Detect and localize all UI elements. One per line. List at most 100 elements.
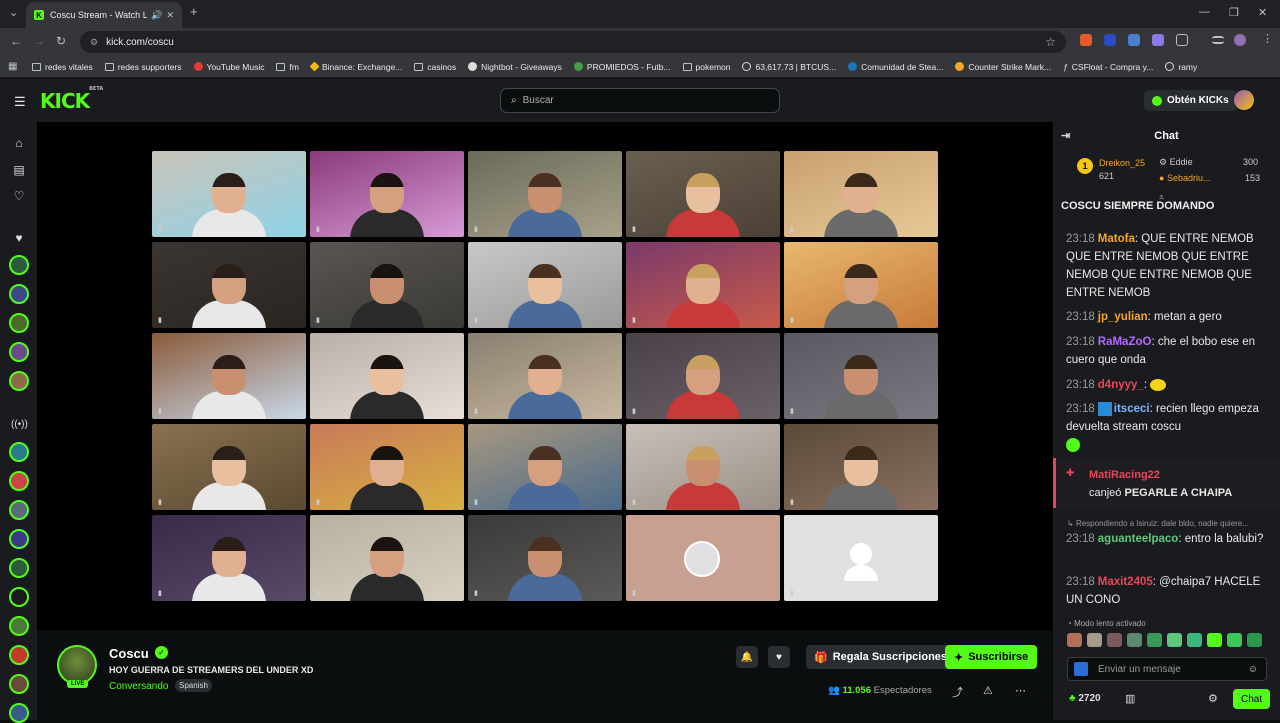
gift-subs-button[interactable]: 🎁 Regala Suscripciones	[806, 645, 956, 669]
favorites-icon[interactable]: ♥	[11, 231, 27, 245]
bookmark[interactable]: Counter Strike Mark...	[955, 62, 1051, 72]
reading-list-icon[interactable]	[1212, 36, 1224, 44]
bookmark[interactable]: casinos	[414, 62, 456, 72]
minimize-button[interactable]: —	[1199, 6, 1210, 18]
chat-identity-icon[interactable]	[1074, 662, 1088, 676]
chat-username[interactable]: jp_yulian	[1098, 311, 1148, 323]
recommended-channel-avatar[interactable]	[9, 442, 29, 462]
notifications-bell-button[interactable]: 🔔	[736, 646, 758, 668]
bookmark[interactable]: PROMIEDOS - Futb...	[573, 62, 671, 72]
extension-icon[interactable]	[1104, 34, 1116, 46]
recommended-channel-avatar[interactable]	[9, 529, 29, 549]
browse-icon[interactable]: ▤	[11, 163, 27, 177]
audio-icon[interactable]: 🔊	[151, 10, 162, 21]
emote-icon[interactable]	[1247, 633, 1262, 647]
follow-heart-button[interactable]: ♥	[768, 646, 790, 668]
forward-icon[interactable]: →	[33, 34, 45, 48]
apps-grid-icon[interactable]: ▦	[8, 61, 22, 72]
reward-username[interactable]: MatiRacing22	[1089, 469, 1160, 481]
recommended-channel-avatar[interactable]	[9, 674, 29, 694]
emote-icon[interactable]	[1167, 633, 1182, 647]
extension-icon[interactable]	[1152, 34, 1164, 46]
address-bar[interactable]: ⚙ kick.com/coscu ☆	[80, 31, 1066, 53]
video-player[interactable]: ▮ ▮ ▮ ▮ ▮ ▮ ▮ ▮ ▮ ▮ ▮ ▮ ▮ ▮ ▮ ▮ ▮ ▮ ▮ ▮ ▮ ▮ ▮ ▮ ▮	[37, 122, 1053, 630]
reply-reference[interactable]: ↳ Respondiendo a lsiruiz: dale bldo, nad…	[1067, 519, 1249, 528]
followed-channel-avatar[interactable]	[9, 313, 29, 333]
bookmark[interactable]: Binance: Exchange...	[309, 62, 402, 72]
emote-icon[interactable]	[1087, 633, 1102, 647]
emote-icon[interactable]	[1227, 633, 1242, 647]
recommended-channel-avatar[interactable]	[9, 558, 29, 578]
chat-username[interactable]: RaMaZoO	[1098, 336, 1152, 348]
recommended-channel-avatar[interactable]	[9, 500, 29, 520]
extensions-puzzle-icon[interactable]	[1176, 34, 1188, 46]
leader-name[interactable]: ⚙ Eddie	[1159, 157, 1193, 168]
recommended-channel-avatar[interactable]	[9, 703, 29, 723]
live-broadcast-icon[interactable]: ((•))	[11, 419, 28, 430]
bookmark-star-icon[interactable]: ☆	[1045, 35, 1056, 49]
bookmark[interactable]: ramy	[1165, 62, 1197, 72]
report-icon[interactable]: ⚠	[983, 684, 993, 697]
following-icon[interactable]: ♡	[11, 189, 27, 203]
bookmark[interactable]: fm	[276, 62, 299, 72]
emote-icon[interactable]	[1187, 633, 1202, 647]
category-link[interactable]: Conversando	[109, 681, 168, 692]
browser-menu-icon[interactable]: ⋮	[1262, 32, 1274, 45]
channel-points[interactable]: ♣ 2720	[1069, 693, 1101, 704]
recommended-channel-avatar[interactable]	[9, 587, 29, 607]
recommended-channel-avatar[interactable]	[9, 471, 29, 491]
bookmark[interactable]: Nightbot - Giveaways	[468, 62, 562, 72]
chat-username[interactable]: aguanteelpaco	[1098, 533, 1179, 545]
chat-username[interactable]: Matofa	[1098, 233, 1135, 245]
leader-name[interactable]: ● Sebadriu...	[1159, 173, 1210, 183]
bookmark[interactable]: Comunidad de Stea...	[848, 62, 943, 72]
user-avatar[interactable]	[1234, 90, 1254, 110]
close-tab-icon[interactable]: ✕	[166, 10, 174, 21]
emote-icon[interactable]	[1147, 633, 1162, 647]
chat-input[interactable]: Enviar un mensaje ☺	[1067, 657, 1267, 681]
subscribe-button[interactable]: ✦ Suscribirse	[945, 645, 1038, 669]
channel-avatar[interactable]	[57, 645, 97, 685]
maximize-button[interactable]: ❐	[1229, 6, 1239, 19]
emote-picker-icon[interactable]: ☺	[1248, 664, 1258, 675]
bookmark[interactable]: YouTube Music	[193, 62, 264, 72]
close-window-button[interactable]: ✕	[1258, 6, 1267, 19]
chat-username[interactable]: d4nyyy_	[1098, 379, 1144, 391]
extension-icon[interactable]	[1080, 34, 1092, 46]
bookmark[interactable]: redes vitales	[32, 62, 93, 72]
recommended-channel-avatar[interactable]	[9, 616, 29, 636]
followed-channel-avatar[interactable]	[9, 284, 29, 304]
bookmark[interactable]: pokemon	[682, 62, 730, 72]
more-options-icon[interactable]: ⋯	[1015, 684, 1026, 697]
site-info-icon[interactable]: ⚙	[90, 37, 98, 48]
reload-icon[interactable]: ↻	[56, 34, 66, 48]
followed-channel-avatar[interactable]	[9, 342, 29, 362]
home-icon[interactable]: ⌂	[11, 136, 27, 150]
language-tag[interactable]: Spanish	[175, 679, 212, 692]
channel-name[interactable]: Coscu	[109, 646, 149, 661]
extension-icon[interactable]	[1128, 34, 1140, 46]
collapse-chat-icon[interactable]: ⇥	[1061, 122, 1070, 150]
send-chat-button[interactable]: Chat	[1233, 689, 1271, 709]
bookmark[interactable]: 63,617.73 | BTCUS...	[742, 62, 836, 72]
menu-icon[interactable]: ☰	[14, 94, 26, 110]
get-kicks-button[interactable]: Obtén KICKs	[1144, 90, 1237, 111]
followed-channel-avatar[interactable]	[9, 371, 29, 391]
kick-logo[interactable]: KICKBETA	[40, 86, 103, 113]
browser-tab[interactable]: K Coscu Stream - Watch Live 🔊 ✕	[26, 2, 182, 28]
back-icon[interactable]: ←	[10, 34, 22, 48]
emote-icon[interactable]	[1107, 633, 1122, 647]
emote-icon[interactable]	[1067, 633, 1082, 647]
leader-name[interactable]: Dreikon_25	[1099, 158, 1145, 168]
search-input[interactable]: ⌕ Buscar	[500, 88, 780, 113]
emote-icon[interactable]	[1207, 633, 1222, 647]
chat-username[interactable]: itsceci	[1114, 403, 1150, 415]
chat-settings-icon[interactable]: ⚙	[1208, 692, 1218, 705]
chat-username[interactable]: Maxit2405	[1098, 576, 1153, 588]
followed-channel-avatar[interactable]	[9, 255, 29, 275]
bookmark[interactable]: redes supporters	[104, 62, 182, 72]
profile-avatar[interactable]	[1234, 34, 1246, 46]
new-tab-button[interactable]: +	[190, 4, 198, 19]
rewards-store-icon[interactable]: ▥	[1125, 692, 1135, 705]
tab-search-icon[interactable]: ⌄	[9, 6, 18, 19]
